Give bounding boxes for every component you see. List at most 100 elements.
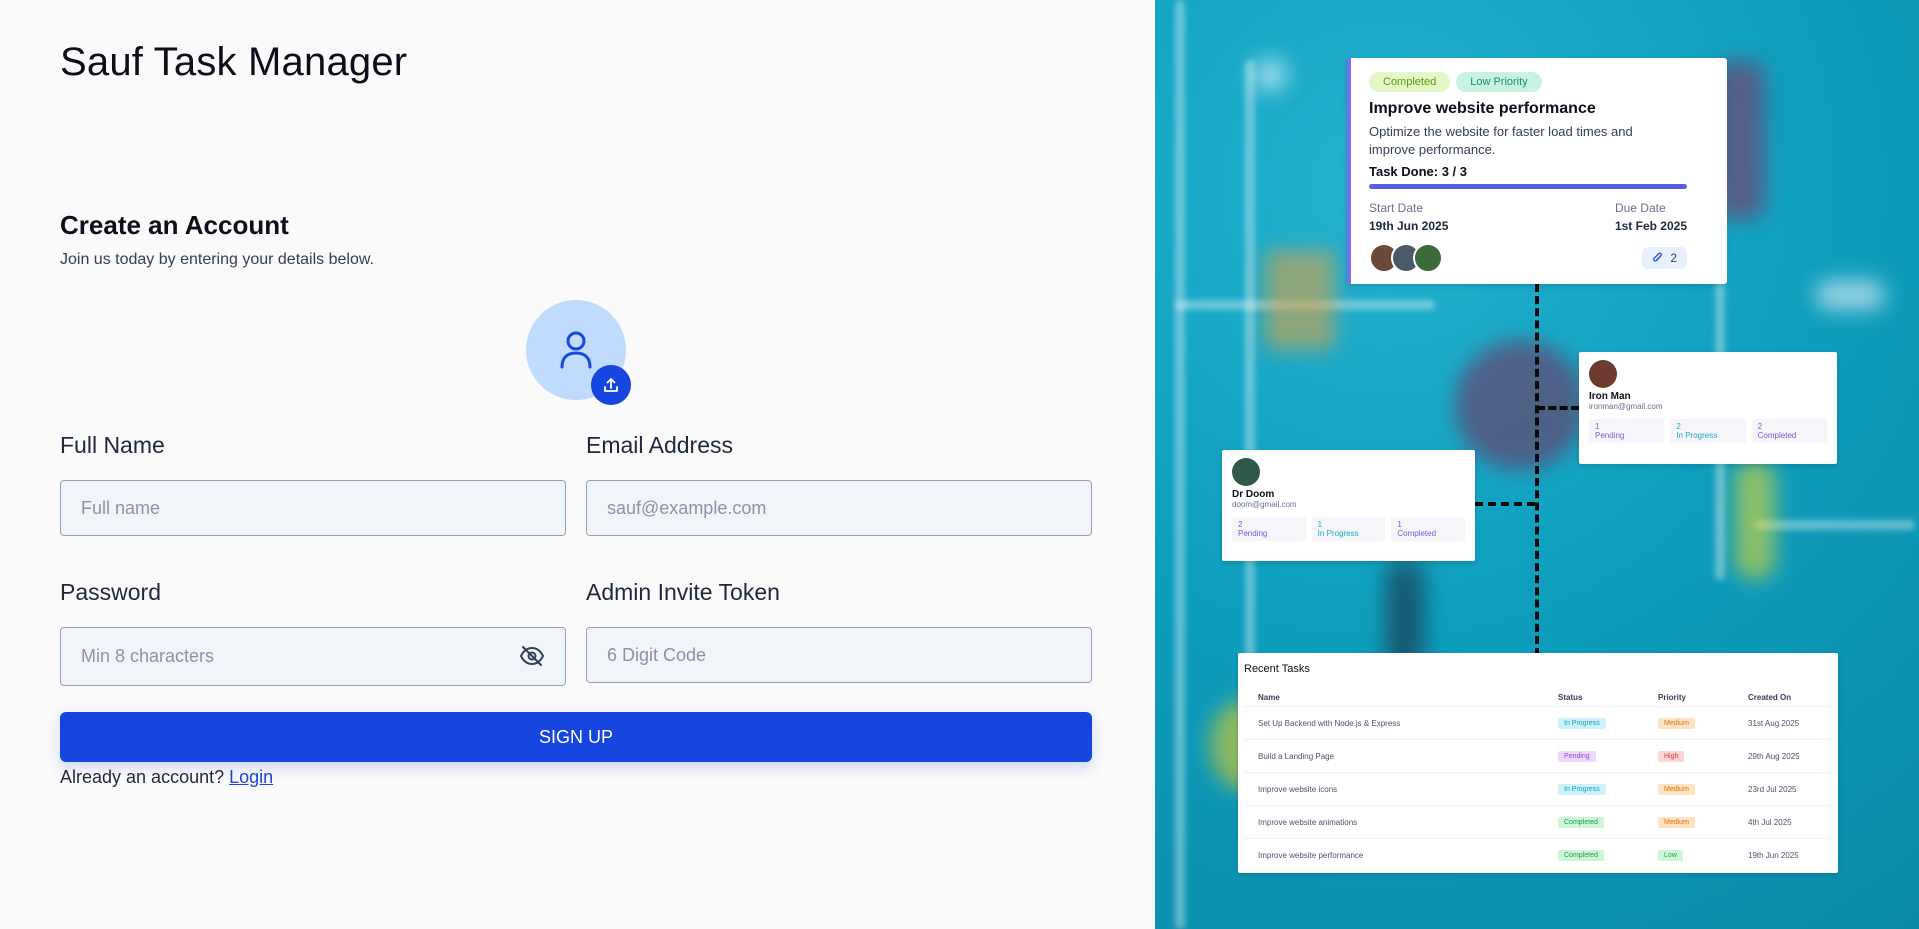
user-card: Dr Doom doom@gmail.com 2 Pending 1 In Prog… — [1222, 450, 1475, 561]
status-badge: Completed — [1369, 72, 1451, 92]
progress-bar — [1369, 184, 1687, 189]
connector-line — [1475, 502, 1535, 506]
task-title: Improve website performance — [1369, 100, 1596, 117]
priority-badge: Low — [1658, 849, 1683, 861]
status-badge: Completed — [1558, 816, 1604, 828]
priority-badge: Medium — [1658, 783, 1695, 795]
stat-completed: 1 Completed — [1391, 517, 1466, 541]
start-date-value: 19th Jun 2025 — [1369, 219, 1449, 233]
status-cell: Pending — [1544, 739, 1644, 773]
hero-illustration: Completed Low Priority Improve website pe… — [1155, 0, 1919, 929]
table-row[interactable]: Build a Landing Page Pending High 29th Aug … — [1244, 739, 1832, 773]
user-stats: 1 Pending 2 In Progress 2 Completed — [1589, 419, 1827, 443]
attachment-count-value: 2 — [1670, 251, 1677, 265]
table-header: Name Status Priority Created On — [1244, 689, 1832, 707]
priority-badge: Low Priority — [1456, 72, 1542, 92]
column-header: Priority — [1658, 693, 1687, 702]
created-on: 31st Aug 2025 — [1734, 706, 1832, 740]
created-on: 19th Jun 2025 — [1734, 838, 1832, 872]
status-cell: Completed — [1544, 838, 1644, 872]
table-row[interactable]: Set Up Backend with Node.js & Express In … — [1244, 706, 1832, 740]
recent-tasks-card: Recent Tasks Name Status Priority Create… — [1238, 653, 1838, 873]
bg-line — [1755, 520, 1915, 530]
bg-line — [1175, 0, 1185, 929]
login-link[interactable]: Login — [229, 767, 273, 787]
task-card: Completed Low Priority Improve website pe… — [1347, 58, 1727, 284]
due-date-label: Due Date — [1614, 201, 1666, 215]
start-date-label: Start Date — [1369, 201, 1424, 215]
task-description: Optimize the website for faster load tim… — [1369, 124, 1633, 157]
user-name: Iron Man — [1589, 391, 1631, 402]
created-on: 29th Aug 2025 — [1734, 739, 1832, 773]
recent-tasks-table: Name Status Priority Created On Set Up B… — [1244, 689, 1832, 872]
attachment-count: 2 — [1642, 247, 1687, 269]
eye-off-icon[interactable] — [519, 645, 545, 667]
user-email: ironman@gmail.com — [1589, 402, 1663, 411]
login-prompt-text: Already an account? — [60, 767, 225, 787]
avatar — [1413, 243, 1443, 273]
full-name-label: Full Name — [60, 432, 165, 458]
bg-cloud — [1815, 280, 1885, 310]
status-badge: Pending — [1558, 750, 1596, 762]
status-cell: In Progress — [1544, 706, 1644, 740]
bg-line — [1245, 60, 1255, 660]
task-footer: 2 — [1369, 243, 1687, 273]
bg-calculator — [1265, 250, 1335, 350]
assignee-avatars — [1369, 243, 1443, 273]
upload-photo-button[interactable] — [591, 365, 631, 405]
priority-cell: Medium — [1644, 805, 1734, 839]
user-name: Dr Doom — [1232, 489, 1275, 500]
admin-token-label: Admin Invite Token — [586, 579, 780, 605]
table-row[interactable]: Improve website icons In Progress Medium 23… — [1244, 772, 1832, 806]
password-input[interactable] — [60, 627, 566, 686]
created-on: 23rd Jul 2025 — [1734, 772, 1832, 806]
admin-token-input[interactable] — [586, 627, 1092, 683]
priority-badge: High — [1658, 750, 1685, 762]
column-header: Name — [1258, 693, 1280, 702]
table-row[interactable]: Improve website animations Completed Mediu… — [1244, 805, 1832, 839]
email-input[interactable] — [586, 480, 1092, 536]
column-header: Status — [1558, 693, 1583, 702]
priority-cell: Medium — [1644, 706, 1734, 740]
status-cell: Completed — [1544, 805, 1644, 839]
priority-badge: Medium — [1658, 717, 1695, 729]
task-name: Build a Landing Page — [1244, 739, 1544, 773]
task-name: Improve website animations — [1244, 805, 1544, 839]
paperclip-icon — [1653, 252, 1663, 262]
user-card: Iron Man ironman@gmail.com 1 Pending 2 In … — [1579, 352, 1837, 464]
avatar — [1589, 360, 1617, 388]
status-cell: In Progress — [1544, 772, 1644, 806]
stat-pending: 2 Pending — [1232, 517, 1306, 541]
upload-icon — [604, 378, 618, 392]
stat-pending: 1 Pending — [1589, 419, 1665, 443]
status-badge: In Progress — [1558, 717, 1606, 729]
progress-fill — [1369, 184, 1687, 189]
recent-tasks-title: Recent Tasks — [1244, 663, 1310, 675]
email-label: Email Address — [586, 432, 734, 458]
task-name: Set Up Backend with Node.js & Express — [1244, 706, 1544, 740]
task-done: Task Done: 3 / 3 — [1369, 164, 1468, 179]
signup-button[interactable]: SIGN UP — [60, 712, 1092, 762]
priority-cell: High — [1644, 739, 1734, 773]
created-on: 4th Jul 2025 — [1734, 805, 1832, 839]
page-subtitle: Join us today by entering your details b… — [60, 251, 374, 268]
connector-line — [1537, 406, 1579, 410]
priority-cell: Medium — [1644, 772, 1734, 806]
connector-line — [1535, 284, 1539, 656]
bg-person — [1735, 460, 1775, 580]
user-icon — [560, 331, 592, 369]
task-name: Improve website icons — [1244, 772, 1544, 806]
login-prompt: Already an account? Login — [60, 767, 273, 788]
stat-in-progress: 1 In Progress — [1311, 517, 1386, 541]
priority-badge: Medium — [1658, 816, 1695, 828]
bg-plane — [1255, 60, 1285, 90]
user-email: doom@gmail.com — [1232, 500, 1297, 509]
user-stats: 2 Pending 1 In Progress 1 Completed — [1232, 517, 1466, 541]
task-name: Improve website performance — [1244, 838, 1544, 872]
stat-completed: 2 Completed — [1751, 419, 1827, 443]
page-title: Create an Account — [60, 210, 289, 240]
status-badge: Completed — [1558, 849, 1604, 861]
table-row[interactable]: Improve website performance Completed Low 1… — [1244, 838, 1832, 872]
avatar — [1232, 458, 1260, 486]
full-name-input[interactable] — [60, 480, 566, 536]
